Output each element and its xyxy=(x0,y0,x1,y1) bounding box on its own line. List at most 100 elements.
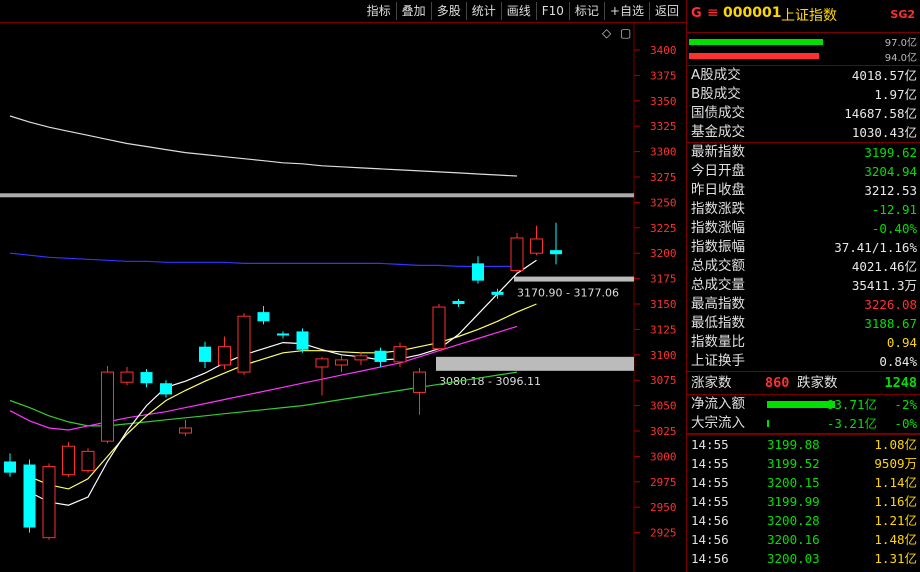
quote-row-value: 3199.62 xyxy=(864,145,917,160)
tick-list[interactable]: 14:55 3199.88 1.08亿 14:55 3199.52 9509万 14:55 3… xyxy=(687,434,920,568)
quote-row-label: A股成交 xyxy=(691,67,741,83)
candle-body xyxy=(374,350,387,362)
tick-row: 14:55 3199.99 1.16亿 xyxy=(687,492,920,511)
flow-row: 净流入额 -93.71亿 -2% xyxy=(687,395,920,414)
tick-price: 3199.88 xyxy=(767,437,820,452)
stock-name: 上证指数 xyxy=(781,8,837,24)
turnover-section: A股成交 4018.57亿 B股成交 1.97亿 国债成交 14687.58亿 基金成交 10… xyxy=(687,66,920,143)
kline-chart[interactable]: 3400 3375 3350 3325 3300 3275 3250 3225 3200 3175… xyxy=(0,23,686,572)
tick-time: 14:56 xyxy=(691,532,729,547)
candle-body xyxy=(120,371,134,383)
g-label[interactable]: G xyxy=(691,6,702,21)
candle-body xyxy=(335,359,348,366)
tick-row: 14:55 3199.52 9509万 xyxy=(687,454,920,473)
candle-body xyxy=(199,346,211,362)
tick-time: 14:55 xyxy=(691,475,729,490)
quote-row-label: 昨日收盘 xyxy=(691,182,745,198)
toolbar-button[interactable]: 统计 xyxy=(465,2,501,20)
toolbar-button[interactable]: F10 xyxy=(535,2,569,20)
toolbar-button[interactable]: 标记 xyxy=(568,2,604,20)
scroll-icon[interactable]: ▢ xyxy=(620,26,631,40)
candle-body xyxy=(510,237,524,271)
tick-row: 14:56 3200.28 1.21亿 xyxy=(687,511,920,530)
tick-price: 3200.16 xyxy=(767,532,820,547)
quote-row-label: 基金成交 xyxy=(691,124,745,140)
flow-bar xyxy=(767,420,769,427)
toolbar-button[interactable]: +自选 xyxy=(603,2,649,20)
quote-row: 总成交额 4021.46亿 xyxy=(687,257,920,276)
toolbar-button[interactable]: 画线 xyxy=(500,2,536,20)
quote-row: 最低指数 3188.67 xyxy=(687,314,920,333)
flow-pct: -2% xyxy=(894,397,917,412)
y-tick-label: 3275 xyxy=(650,171,677,184)
y-tick-label: 3225 xyxy=(650,222,677,235)
quote-row-label: 最新指数 xyxy=(691,144,745,160)
candle-body xyxy=(315,358,329,368)
candle-body xyxy=(530,238,543,254)
sg2-badge[interactable]: SG2 xyxy=(890,8,915,21)
quote-row-value: 35411.3万 xyxy=(851,278,917,293)
quote-row-value: -12.91 xyxy=(871,202,917,217)
rise-label: 涨家数 xyxy=(691,375,732,391)
candle-body xyxy=(550,250,562,255)
y-tick-label: 3350 xyxy=(650,95,677,108)
tick-row: 14:55 3199.88 1.08亿 xyxy=(687,435,920,454)
quote-row-label: 总成交额 xyxy=(691,258,745,274)
candle-body xyxy=(432,306,446,350)
quote-row-label: 国债成交 xyxy=(691,105,745,121)
quote-row-label: 指数振幅 xyxy=(691,239,745,255)
candle-body xyxy=(4,461,16,473)
tick-price: 3199.52 xyxy=(767,456,820,471)
quote-row-value: 1030.43亿 xyxy=(851,125,917,140)
y-tick-label: 3375 xyxy=(650,69,677,82)
quote-row-value: 3226.08 xyxy=(864,297,917,312)
tick-row: 14:56 3200.16 1.48亿 xyxy=(687,530,920,549)
tick-time: 14:56 xyxy=(691,551,729,566)
flow-row: 大宗流入 -3.21亿 -0% xyxy=(687,414,920,433)
quote-row-value: 4018.57亿 xyxy=(851,68,917,83)
y-tick-label: 3125 xyxy=(650,323,677,336)
quote-row: 总成交量 35411.3万 xyxy=(687,276,920,295)
toolbar-button[interactable]: 指标 xyxy=(362,2,396,20)
fund-flow-section: 净流入额 -93.71亿 -2% 大宗流入 -3.21亿 -0% xyxy=(687,395,920,434)
buy-bar-value: 97.0亿 xyxy=(884,38,917,49)
flow-pct: -0% xyxy=(894,416,917,431)
quote-row: A股成交 4018.57亿 xyxy=(687,66,920,85)
sell-bar-value: 94.0亿 xyxy=(884,53,917,64)
candle-body xyxy=(277,333,289,336)
candle-body xyxy=(81,450,95,472)
toolbar-button[interactable]: 多股 xyxy=(430,2,466,20)
y-tick-label: 3200 xyxy=(650,247,677,260)
tick-volume: 9509万 xyxy=(874,456,917,471)
y-tick-label: 3300 xyxy=(650,146,677,159)
candle-body xyxy=(23,464,36,528)
tick-volume: 1.21亿 xyxy=(874,513,917,528)
y-tick-label: 3025 xyxy=(650,425,677,438)
y-tick-label: 3175 xyxy=(650,273,677,286)
y-tick-label: 3050 xyxy=(650,400,677,413)
candle-body xyxy=(237,315,251,373)
y-tick-label: 3250 xyxy=(650,196,677,209)
ma-long2-line xyxy=(9,115,518,177)
candle-body xyxy=(140,372,153,384)
zone-bar-1 xyxy=(514,276,634,282)
quote-row: B股成交 1.97亿 xyxy=(687,85,920,104)
diamond-icon[interactable]: ◇ xyxy=(602,26,612,40)
quote-row: 指数量比 0.94 xyxy=(687,333,920,352)
tick-time: 14:55 xyxy=(691,437,729,452)
menu-icon[interactable]: ≡ xyxy=(707,5,719,21)
quote-row: 指数涨跌 -12.91 xyxy=(687,200,920,219)
quote-row: 指数涨幅 -0.40% xyxy=(687,219,920,238)
toolbar-button[interactable]: 叠加 xyxy=(395,2,431,20)
tick-price: 3199.99 xyxy=(767,494,820,509)
tick-row: 14:56 3200.03 1.31亿 xyxy=(687,549,920,568)
candle-body xyxy=(452,300,465,304)
y-tick-label: 2975 xyxy=(650,476,677,489)
quote-row-label: 指数量比 xyxy=(691,334,745,350)
toolbar-button[interactable]: 返回 xyxy=(648,2,684,20)
tick-volume: 1.48亿 xyxy=(874,532,917,547)
tick-volume: 1.14亿 xyxy=(874,475,917,490)
sell-bar xyxy=(689,53,820,59)
quote-row-label: 总成交量 xyxy=(691,277,745,293)
y-tick-label: 2950 xyxy=(650,501,677,514)
